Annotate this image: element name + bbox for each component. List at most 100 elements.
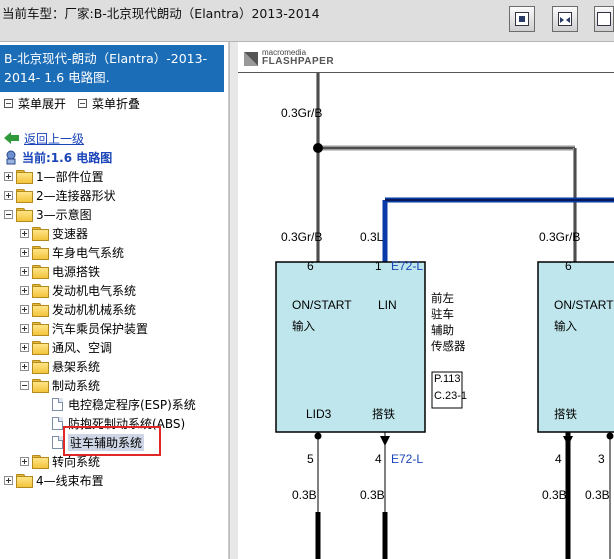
splice-dot <box>313 143 323 153</box>
expand-toggle-icon[interactable] <box>4 190 13 200</box>
terminal-label: 输入 <box>292 319 315 333</box>
current-node: 当前:1.6 电路图 <box>4 148 112 166</box>
expand-toggle-icon[interactable] <box>20 342 29 352</box>
terminal-label: LIN <box>378 298 397 312</box>
tree-node-3[interactable]: 3—示意图 <box>4 205 92 223</box>
top-toolbar: 当前车型：厂家:B-北京现代朗动（Elantra）2013-2014 <box>0 0 614 42</box>
tree-node-label: 发动机电气系统 <box>52 283 137 298</box>
tree-node-3-10[interactable]: 转向系统 <box>20 452 100 470</box>
tree-node-3-6[interactable]: 汽车乘员保护装置 <box>20 319 148 337</box>
tree-node-label: 转向系统 <box>52 454 101 469</box>
pin-number: 6 <box>307 259 314 273</box>
module-box-left <box>275 261 426 433</box>
ref-connector[interactable]: C.23-1 <box>434 390 467 402</box>
tree-leaf-label: 电控稳定程序(ESP)系统 <box>68 397 196 412</box>
expand-toggle-icon[interactable] <box>20 361 29 371</box>
fit-page-button[interactable] <box>509 6 535 32</box>
tree-node-3-2[interactable]: 车身电气系统 <box>20 243 124 261</box>
expand-toggle-icon[interactable] <box>20 247 29 257</box>
pin-number: 1 <box>375 259 382 273</box>
tree-node-3-4[interactable]: 发动机电气系统 <box>20 281 136 299</box>
back-link-label: 返回上一级 <box>24 131 85 146</box>
back-arrow-icon <box>4 132 19 144</box>
ref-page[interactable]: P.113 <box>434 373 461 385</box>
expand-toggle-icon[interactable] <box>20 266 29 276</box>
fullscreen-button[interactable] <box>594 6 614 32</box>
wire-label: 0.3B <box>360 488 385 502</box>
fit-width-button[interactable] <box>552 6 578 32</box>
pin-number: 4 <box>555 452 562 466</box>
diagram-viewer[interactable]: macromedia FLASHPAPER 0.3Gr/B 0.3Gr/B 0.… <box>238 42 614 559</box>
tree-node-label: 变速器 <box>52 226 89 241</box>
tree-node-3-9[interactable]: 制动系统 <box>20 376 100 394</box>
expand-toggle-icon[interactable] <box>4 475 13 485</box>
folder-icon <box>16 170 33 184</box>
menu-expand-label: 菜单展开 <box>18 96 67 111</box>
tree-node-3-1[interactable]: 变速器 <box>20 224 88 242</box>
folder-icon <box>32 284 49 298</box>
expand-icon <box>4 98 13 108</box>
tree-node-1[interactable]: 1—部件位置 <box>4 167 104 185</box>
pin-dot <box>606 432 614 440</box>
wire-label: 0.3B <box>585 488 610 502</box>
tree-node-label: 悬架系统 <box>52 359 101 374</box>
expand-toggle-icon[interactable] <box>4 171 13 181</box>
folder-icon <box>32 341 49 355</box>
tree-node-3-7[interactable]: 通风、空调 <box>20 338 112 356</box>
wire-label: 0.3Gr/B <box>281 106 323 120</box>
connector-label: E72-L <box>391 452 424 466</box>
tree-node-label: 电源搭铁 <box>52 264 101 279</box>
folder-icon <box>32 322 49 336</box>
folder-icon <box>32 303 49 317</box>
wire-label: 0.3Gr/B <box>281 230 323 244</box>
menu-collapse-button[interactable]: 菜单折叠 <box>78 95 140 111</box>
pin-number: 4 <box>375 452 382 466</box>
tree-node-4[interactable]: 4—线束布置 <box>4 471 104 489</box>
sensor-name-line: 传感器 <box>431 339 466 353</box>
collapse-toggle-icon[interactable] <box>20 380 29 390</box>
folder-icon <box>32 265 49 279</box>
menu-expand-button[interactable]: 菜单展开 <box>4 95 66 111</box>
tree-node-label: 3—示意图 <box>36 207 92 222</box>
expand-toggle-icon[interactable] <box>20 323 29 333</box>
menu-collapse-label: 菜单折叠 <box>92 96 141 111</box>
tree-node-2[interactable]: 2—连接器形状 <box>4 186 116 204</box>
terminal-label: 输入 <box>554 319 577 333</box>
fit-width-icon <box>558 12 572 26</box>
panel-splitter[interactable] <box>229 42 238 559</box>
tree-node-label: 发动机机械系统 <box>52 302 137 317</box>
expand-toggle-icon[interactable] <box>20 285 29 295</box>
terminal-label: 搭铁 <box>554 407 577 421</box>
pin-number: 3 <box>598 452 605 466</box>
terminal-label: ON/START <box>554 298 614 312</box>
expand-toggle-icon[interactable] <box>20 228 29 238</box>
folder-icon <box>16 474 33 488</box>
collapse-toggle-icon[interactable] <box>4 209 13 219</box>
tree-node-label: 2—连接器形状 <box>36 188 116 203</box>
collapse-icon <box>78 98 87 108</box>
tree-node-3-8[interactable]: 悬架系统 <box>20 357 100 375</box>
connector-label: E72-L <box>391 259 424 273</box>
folder-icon <box>32 455 49 469</box>
ground-arrow-icon <box>563 436 573 446</box>
tree-node-label: 通风、空调 <box>52 340 113 355</box>
fullscreen-icon <box>597 12 611 26</box>
folder-icon <box>16 189 33 203</box>
fit-page-icon <box>515 12 529 26</box>
tree-node-label: 车身电气系统 <box>52 245 125 260</box>
document-icon <box>52 397 63 411</box>
sensor-name-line: 前左 <box>431 291 454 305</box>
expand-toggle-icon[interactable] <box>20 304 29 314</box>
sensor-name-line: 辅助 <box>431 323 454 337</box>
tree-node-3-5[interactable]: 发动机机械系统 <box>20 300 136 318</box>
folder-icon <box>32 227 49 241</box>
expand-toggle-icon[interactable] <box>20 456 29 466</box>
tree-node-3-3[interactable]: 电源搭铁 <box>20 262 100 280</box>
tree-leaf-esp[interactable]: 电控稳定程序(ESP)系统 <box>52 395 196 413</box>
navigation-panel: B-北京现代-朗动（Elantra）-2013-2014- 1.6 电路图. 菜… <box>0 42 229 559</box>
wire-label: 0.3B <box>292 488 317 502</box>
wire-label: 0.3L <box>360 230 384 244</box>
document-icon <box>52 435 63 449</box>
pin-number: 5 <box>307 452 314 466</box>
back-link[interactable]: 返回上一级 <box>4 129 84 147</box>
